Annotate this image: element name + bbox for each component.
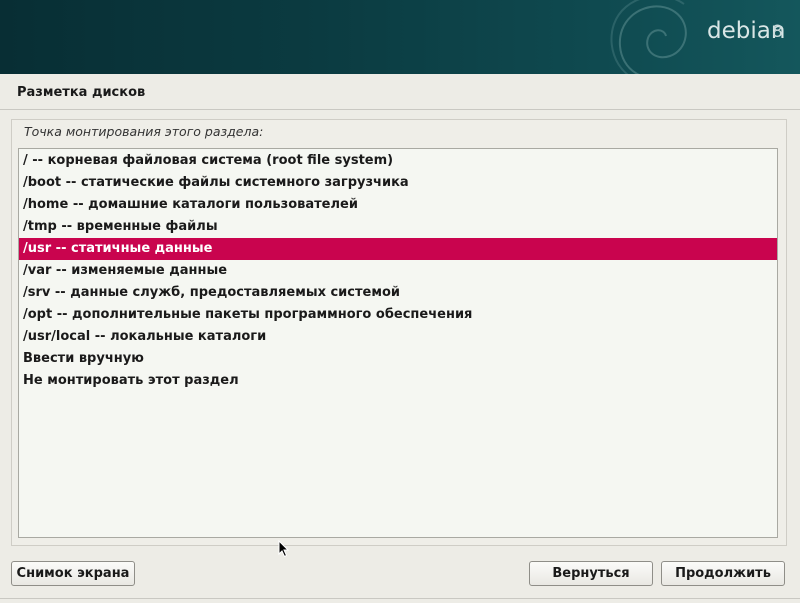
list-item[interactable]: /var -- изменяемые данные [19, 260, 777, 282]
list-item[interactable]: Не монтировать этот раздел [19, 370, 777, 392]
list-item[interactable]: /boot -- статические файлы системного за… [19, 172, 777, 194]
list-item-selected[interactable]: /usr -- статичные данные [19, 238, 777, 260]
continue-button[interactable]: Продолжить [661, 561, 785, 586]
back-button[interactable]: Вернуться [529, 561, 653, 586]
list-item[interactable]: /srv -- данные служб, предоставляемых си… [19, 282, 777, 304]
list-item[interactable]: / -- корневая файловая система (root fil… [19, 150, 777, 172]
header-banner: debian 8 [0, 0, 800, 74]
list-item[interactable]: /tmp -- временные файлы [19, 216, 777, 238]
debian-swirl-icon [610, 0, 687, 74]
list-item[interactable]: /usr/local -- локальные каталоги [19, 326, 777, 348]
page-title: Разметка дисков [17, 85, 146, 100]
list-item[interactable]: /home -- домашние каталоги пользователей [19, 194, 777, 216]
list-item[interactable]: /opt -- дополнительные пакеты программно… [19, 304, 777, 326]
list-item[interactable]: Ввести вручную [19, 348, 777, 370]
mouse-pointer-icon [278, 540, 290, 558]
mount-point-prompt: Точка монтирования этого раздела: [24, 124, 264, 139]
footer-divider [0, 598, 800, 599]
screenshot-button[interactable]: Снимок экрана [11, 561, 135, 586]
mount-point-list[interactable]: / -- корневая файловая система (root fil… [18, 148, 778, 538]
title-divider [0, 109, 800, 110]
brand-version: 8 [772, 22, 783, 42]
